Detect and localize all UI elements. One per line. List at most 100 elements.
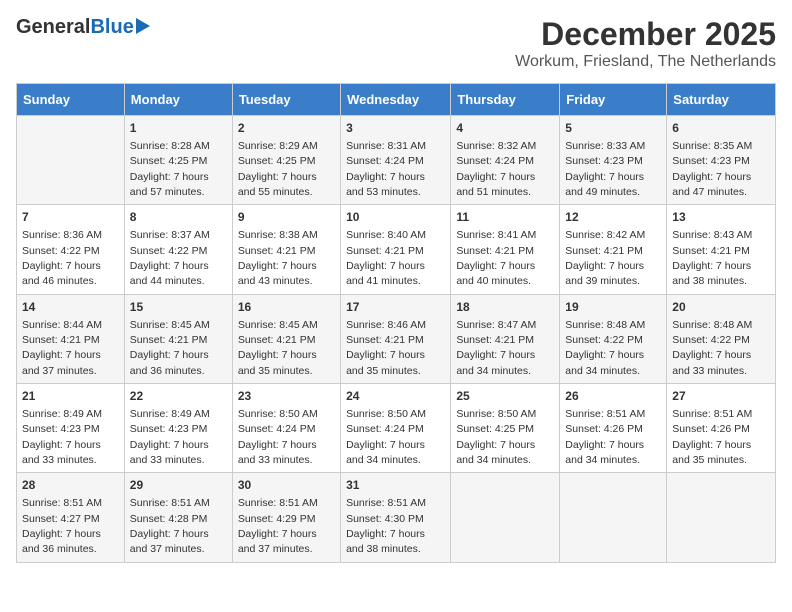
calendar-cell: [560, 473, 667, 562]
calendar-cell: 8 Sunrise: 8:37 AM Sunset: 4:22 PM Daylig…: [124, 205, 232, 294]
day-info: Sunrise: 8:47 AM Sunset: 4:21 PM Dayligh…: [456, 319, 536, 377]
day-info: Sunrise: 8:49 AM Sunset: 4:23 PM Dayligh…: [130, 408, 210, 466]
calendar-cell: 24Sunrise: 8:50 AM Sunset: 4:24 PM Dayli…: [341, 384, 451, 473]
day-number: 23: [238, 388, 335, 405]
day-info: Sunrise: 8:28 AM Sunset: 4:25 PM Dayligh…: [130, 140, 210, 198]
day-number: 30: [238, 477, 335, 494]
header-row: SundayMondayTuesdayWednesdayThursdayFrid…: [17, 84, 776, 116]
calendar-cell: 2 Sunrise: 8:29 AM Sunset: 4:25 PM Daylig…: [232, 116, 340, 205]
calendar-cell: 6 Sunrise: 8:35 AM Sunset: 4:23 PM Daylig…: [667, 116, 776, 205]
week-row-2: 7Sunrise: 8:36 AM Sunset: 4:22 PM Daylig…: [17, 205, 776, 294]
calendar-table: SundayMondayTuesdayWednesdayThursdayFrid…: [16, 83, 776, 563]
day-info: Sunrise: 8:29 AM Sunset: 4:25 PM Dayligh…: [238, 140, 318, 198]
day-info: Sunrise: 8:51 AM Sunset: 4:30 PM Dayligh…: [346, 497, 426, 555]
day-info: Sunrise: 8:51 AM Sunset: 4:26 PM Dayligh…: [672, 408, 752, 466]
day-info: Sunrise: 8:49 AM Sunset: 4:23 PM Dayligh…: [22, 408, 102, 466]
header-day-tuesday: Tuesday: [232, 84, 340, 116]
header-day-wednesday: Wednesday: [341, 84, 451, 116]
calendar-header: SundayMondayTuesdayWednesdayThursdayFrid…: [17, 84, 776, 116]
day-number: 22: [130, 388, 227, 405]
day-number: 15: [130, 299, 227, 316]
day-info: Sunrise: 8:37 AM Sunset: 4:22 PM Dayligh…: [130, 229, 210, 287]
week-row-3: 14Sunrise: 8:44 AM Sunset: 4:21 PM Dayli…: [17, 294, 776, 383]
day-number: 3: [346, 120, 445, 137]
day-info: Sunrise: 8:40 AM Sunset: 4:21 PM Dayligh…: [346, 229, 426, 287]
day-number: 29: [130, 477, 227, 494]
calendar-cell: 20Sunrise: 8:48 AM Sunset: 4:22 PM Dayli…: [667, 294, 776, 383]
day-info: Sunrise: 8:51 AM Sunset: 4:28 PM Dayligh…: [130, 497, 210, 555]
day-info: Sunrise: 8:32 AM Sunset: 4:24 PM Dayligh…: [456, 140, 536, 198]
day-number: 11: [456, 209, 554, 226]
day-info: Sunrise: 8:51 AM Sunset: 4:26 PM Dayligh…: [565, 408, 645, 466]
calendar-cell: 17Sunrise: 8:46 AM Sunset: 4:21 PM Dayli…: [341, 294, 451, 383]
day-number: 28: [22, 477, 119, 494]
day-number: 2: [238, 120, 335, 137]
day-number: 12: [565, 209, 661, 226]
calendar-cell: 12 Sunrise: 8:42 AM Sunset: 4:21 PM Dayli…: [560, 205, 667, 294]
day-number: 20: [672, 299, 770, 316]
calendar-cell: 1 Sunrise: 8:28 AM Sunset: 4:25 PM Daylig…: [124, 116, 232, 205]
day-info: Sunrise: 8:50 AM Sunset: 4:24 PM Dayligh…: [238, 408, 318, 466]
calendar-cell: 10 Sunrise: 8:40 AM Sunset: 4:21 PM Dayli…: [341, 205, 451, 294]
calendar-cell: 29 Sunrise: 8:51 AM Sunset: 4:28 PM Dayli…: [124, 473, 232, 562]
day-number: 8: [130, 209, 227, 226]
week-row-5: 28 Sunrise: 8:51 AM Sunset: 4:27 PM Dayli…: [17, 473, 776, 562]
day-number: 16: [238, 299, 335, 316]
calendar-cell: 13 Sunrise: 8:43 AM Sunset: 4:21 PM Dayli…: [667, 205, 776, 294]
calendar-cell: 3 Sunrise: 8:31 AM Sunset: 4:24 PM Daylig…: [341, 116, 451, 205]
day-info: Sunrise: 8:42 AM Sunset: 4:21 PM Dayligh…: [565, 229, 645, 287]
page-title: December 2025: [515, 16, 776, 53]
day-number: 13: [672, 209, 770, 226]
calendar-cell: [451, 473, 560, 562]
calendar-cell: 9 Sunrise: 8:38 AM Sunset: 4:21 PM Daylig…: [232, 205, 340, 294]
day-info: Sunrise: 8:43 AM Sunset: 4:21 PM Dayligh…: [672, 229, 752, 287]
calendar-cell: [667, 473, 776, 562]
logo: General Blue: [16, 16, 150, 39]
day-info: Sunrise: 8:51 AM Sunset: 4:27 PM Dayligh…: [22, 497, 102, 555]
week-row-1: 1 Sunrise: 8:28 AM Sunset: 4:25 PM Daylig…: [17, 116, 776, 205]
week-row-4: 21Sunrise: 8:49 AM Sunset: 4:23 PM Dayli…: [17, 384, 776, 473]
day-number: 25: [456, 388, 554, 405]
calendar-body: 1 Sunrise: 8:28 AM Sunset: 4:25 PM Daylig…: [17, 116, 776, 563]
day-info: Sunrise: 8:46 AM Sunset: 4:21 PM Dayligh…: [346, 319, 426, 377]
header-day-sunday: Sunday: [17, 84, 125, 116]
logo-arrow-icon: [136, 18, 150, 34]
calendar-cell: 25Sunrise: 8:50 AM Sunset: 4:25 PM Dayli…: [451, 384, 560, 473]
day-number: 26: [565, 388, 661, 405]
day-number: 1: [130, 120, 227, 137]
day-info: Sunrise: 8:51 AM Sunset: 4:29 PM Dayligh…: [238, 497, 318, 555]
calendar-cell: 23 Sunrise: 8:50 AM Sunset: 4:24 PM Dayli…: [232, 384, 340, 473]
day-info: Sunrise: 8:31 AM Sunset: 4:24 PM Dayligh…: [346, 140, 426, 198]
day-info: Sunrise: 8:45 AM Sunset: 4:21 PM Dayligh…: [238, 319, 318, 377]
calendar-cell: 18Sunrise: 8:47 AM Sunset: 4:21 PM Dayli…: [451, 294, 560, 383]
calendar-cell: 16 Sunrise: 8:45 AM Sunset: 4:21 PM Dayli…: [232, 294, 340, 383]
header-day-friday: Friday: [560, 84, 667, 116]
calendar-cell: 21Sunrise: 8:49 AM Sunset: 4:23 PM Dayli…: [17, 384, 125, 473]
calendar-cell: 22 Sunrise: 8:49 AM Sunset: 4:23 PM Dayli…: [124, 384, 232, 473]
day-info: Sunrise: 8:50 AM Sunset: 4:24 PM Dayligh…: [346, 408, 426, 466]
calendar-cell: 30 Sunrise: 8:51 AM Sunset: 4:29 PM Dayli…: [232, 473, 340, 562]
calendar-cell: 11 Sunrise: 8:41 AM Sunset: 4:21 PM Dayli…: [451, 205, 560, 294]
calendar-cell: 7Sunrise: 8:36 AM Sunset: 4:22 PM Daylig…: [17, 205, 125, 294]
day-number: 10: [346, 209, 445, 226]
calendar-cell: 27Sunrise: 8:51 AM Sunset: 4:26 PM Dayli…: [667, 384, 776, 473]
calendar-cell: 4 Sunrise: 8:32 AM Sunset: 4:24 PM Daylig…: [451, 116, 560, 205]
title-block: December 2025 Workum, Friesland, The Net…: [515, 16, 776, 71]
day-number: 4: [456, 120, 554, 137]
day-number: 9: [238, 209, 335, 226]
day-info: Sunrise: 8:36 AM Sunset: 4:22 PM Dayligh…: [22, 229, 102, 287]
calendar-cell: [17, 116, 125, 205]
day-number: 19: [565, 299, 661, 316]
calendar-cell: 5 Sunrise: 8:33 AM Sunset: 4:23 PM Daylig…: [560, 116, 667, 205]
calendar-cell: 31Sunrise: 8:51 AM Sunset: 4:30 PM Dayli…: [341, 473, 451, 562]
day-info: Sunrise: 8:38 AM Sunset: 4:21 PM Dayligh…: [238, 229, 318, 287]
day-number: 6: [672, 120, 770, 137]
calendar-cell: 14Sunrise: 8:44 AM Sunset: 4:21 PM Dayli…: [17, 294, 125, 383]
day-info: Sunrise: 8:41 AM Sunset: 4:21 PM Dayligh…: [456, 229, 536, 287]
day-info: Sunrise: 8:35 AM Sunset: 4:23 PM Dayligh…: [672, 140, 752, 198]
day-number: 14: [22, 299, 119, 316]
day-number: 5: [565, 120, 661, 137]
day-info: Sunrise: 8:33 AM Sunset: 4:23 PM Dayligh…: [565, 140, 645, 198]
header-day-thursday: Thursday: [451, 84, 560, 116]
header-day-monday: Monday: [124, 84, 232, 116]
